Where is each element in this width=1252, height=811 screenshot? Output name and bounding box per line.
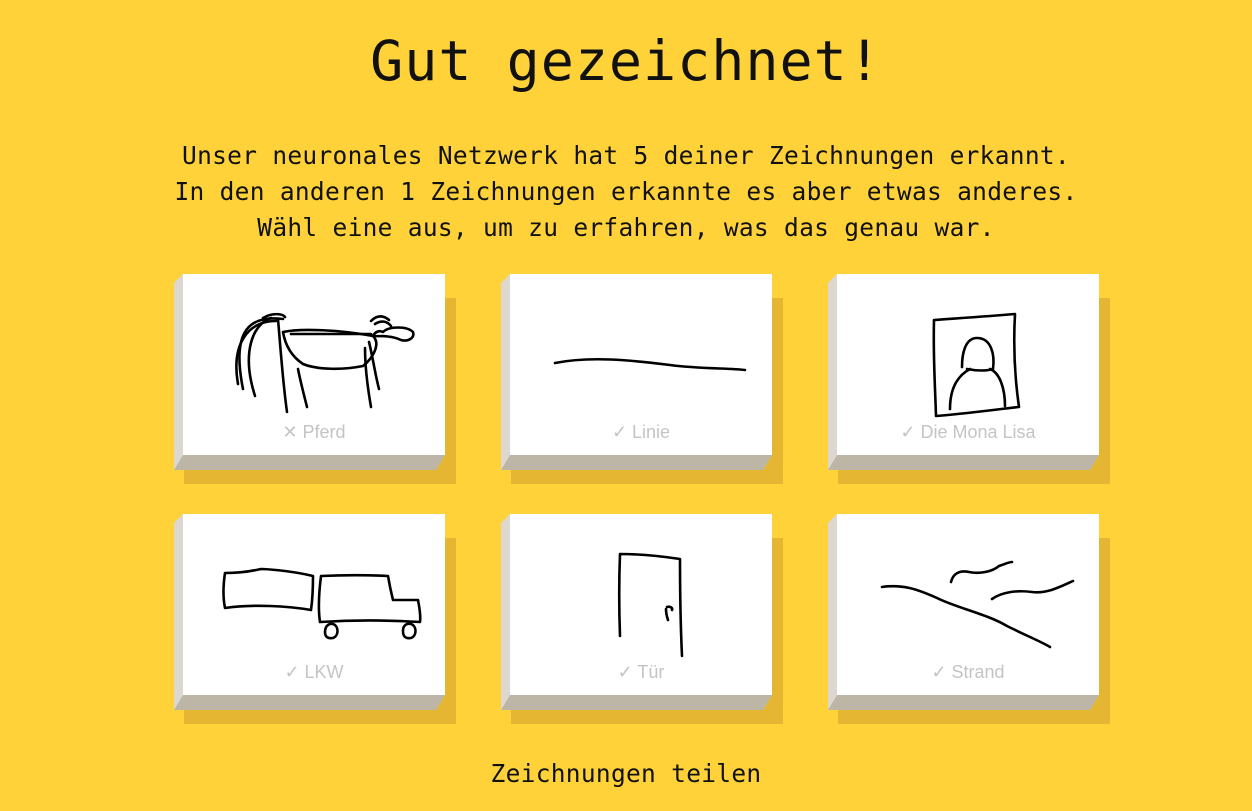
drawing-card-truck[interactable]: ✓ LKW xyxy=(174,514,456,724)
drawing-card-mona-lisa[interactable]: ✓ Die Mona Lisa xyxy=(828,274,1110,484)
result-description-line: In den anderen 1 Zeichnungen erkannte es… xyxy=(174,177,1078,206)
drawing-card-beach[interactable]: ✓ Strand xyxy=(828,514,1110,724)
drawing-label: ✓ Strand xyxy=(931,662,1005,682)
card-face[interactable]: ✓ Die Mona Lisa xyxy=(837,274,1099,455)
card-bottom-edge xyxy=(501,455,772,470)
drawing-card-door[interactable]: ✓ Tür xyxy=(501,514,783,724)
card-bottom-edge xyxy=(501,695,772,710)
result-description: Unser neuronales Netzwerk hat 5 deiner Z… xyxy=(0,138,1252,246)
card-bottom-edge xyxy=(174,455,445,470)
drawing-label: ✓ Die Mona Lisa xyxy=(900,422,1036,442)
card-bottom-edge xyxy=(828,695,1099,710)
card-face[interactable]: ✓ Linie xyxy=(510,274,772,455)
share-drawings-label[interactable]: Zeichnungen teilen xyxy=(491,759,762,788)
drawing-label: ✕ Pferd xyxy=(282,422,346,442)
card-bottom-edge xyxy=(174,695,445,710)
drawing-card-line[interactable]: ✓ Linie xyxy=(501,274,783,484)
card-face[interactable]: ✓ Tür xyxy=(510,514,772,695)
page-title: Gut gezeichnet! xyxy=(370,29,882,93)
drawing-label: ✓ Tür xyxy=(617,662,665,682)
drawing-card-horse[interactable]: ✕ Pferd xyxy=(174,274,456,484)
drawing-label: ✓ LKW xyxy=(284,662,344,682)
result-description-line: Wähl eine aus, um zu erfahren, was das g… xyxy=(257,213,995,242)
drawing-label: ✓ Linie xyxy=(611,422,671,442)
card-face[interactable]: ✕ Pferd xyxy=(183,274,445,455)
card-face[interactable]: ✓ Strand xyxy=(837,514,1099,695)
result-description-line: Unser neuronales Netzwerk hat 5 deiner Z… xyxy=(182,141,1070,170)
share-drawings-button[interactable]: Zeichnungen teilen xyxy=(0,757,1252,791)
card-face[interactable]: ✓ LKW xyxy=(183,514,445,695)
card-bottom-edge xyxy=(828,455,1099,470)
